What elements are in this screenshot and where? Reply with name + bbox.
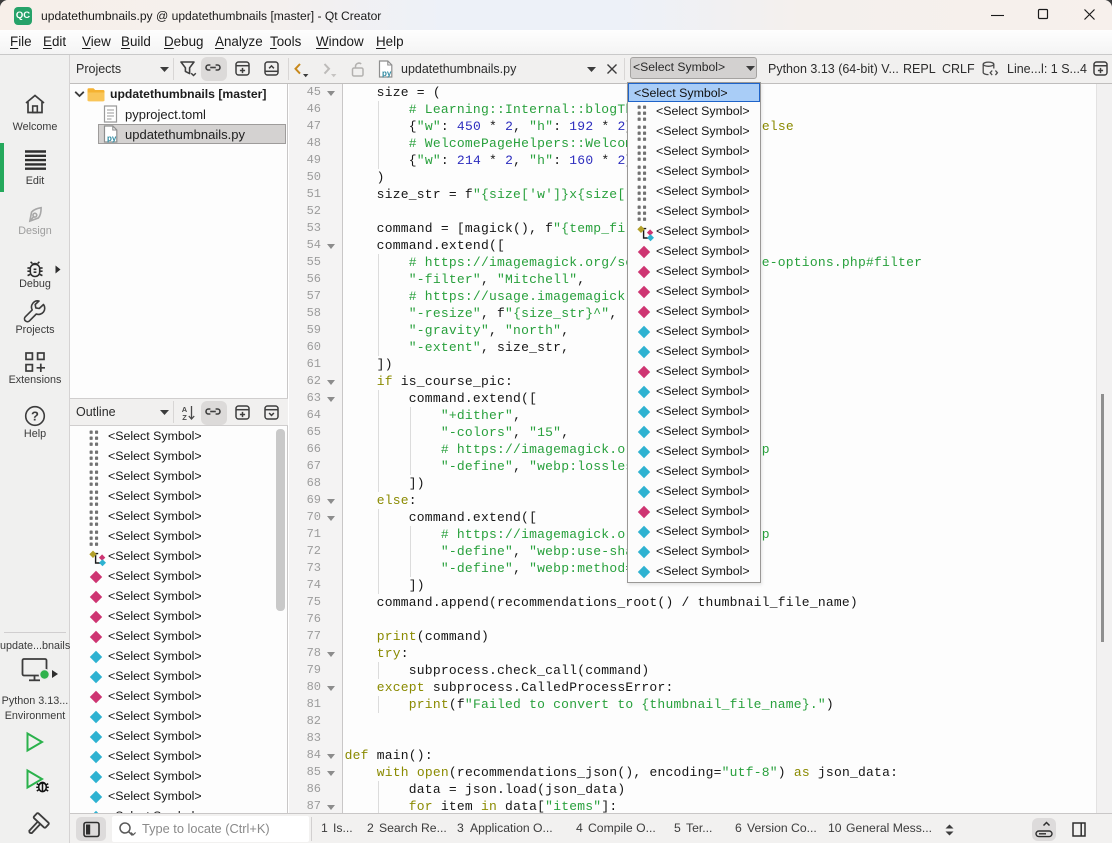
svg-text:Z: Z	[182, 413, 187, 421]
svg-text:py: py	[107, 134, 117, 143]
svg-text:py: py	[382, 69, 392, 78]
svg-text:?: ?	[31, 409, 39, 424]
